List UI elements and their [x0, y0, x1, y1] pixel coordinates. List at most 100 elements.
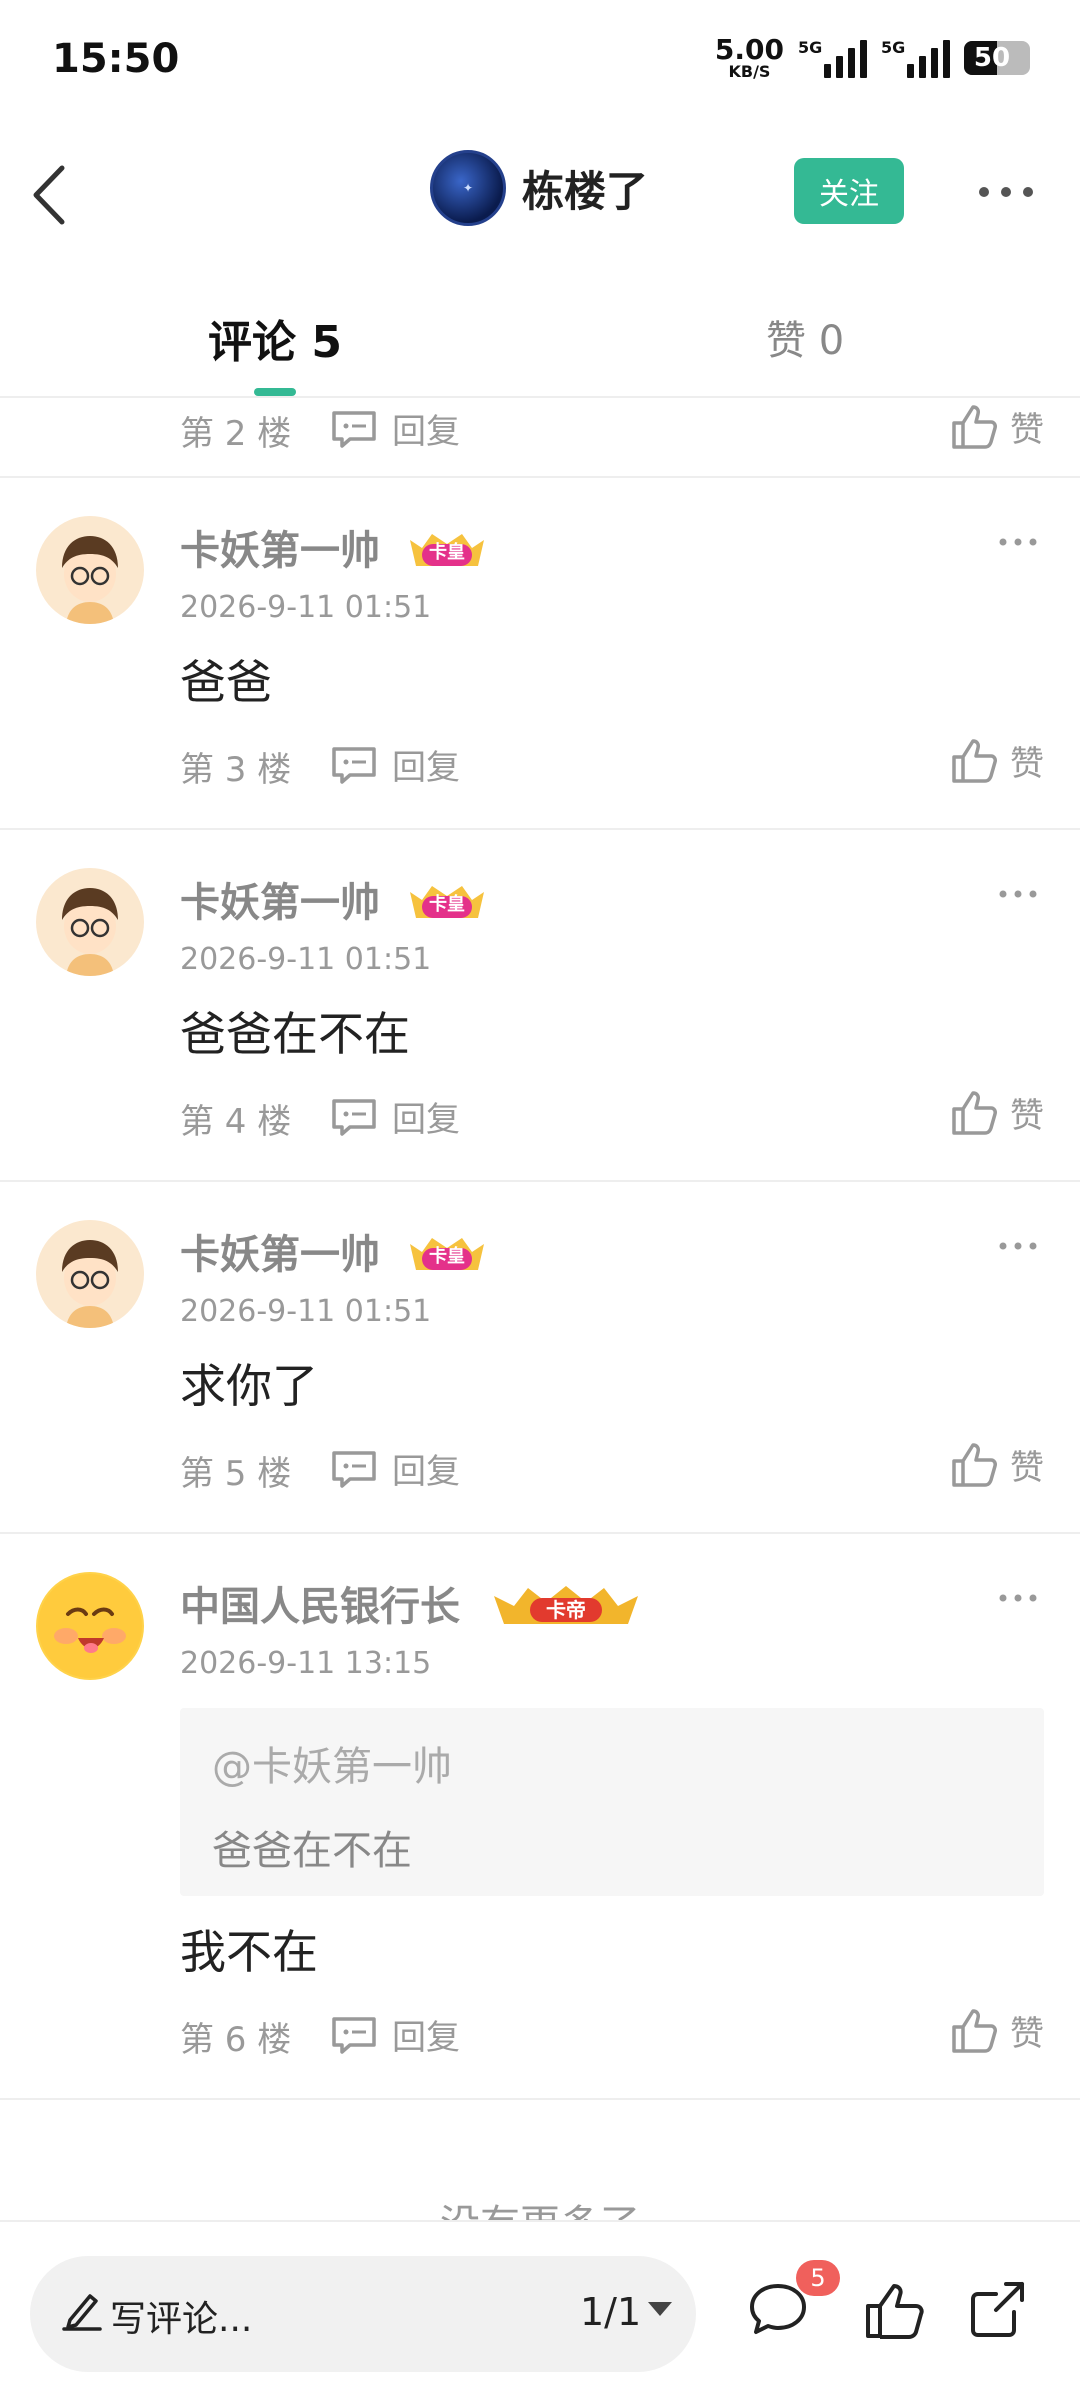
- reply-button[interactable]: 回复: [330, 2010, 460, 2059]
- battery-icon: 50: [964, 41, 1030, 75]
- badge-label: 卡皇: [429, 1246, 465, 1267]
- reply-button[interactable]: 回复: [330, 1092, 460, 1141]
- quoted-comment[interactable]: @卡妖第一帅 爸爸在不在: [180, 1708, 1044, 1896]
- comment-text: 爸爸在不在: [180, 1007, 410, 1061]
- like-button[interactable]: 赞: [950, 402, 1044, 451]
- end-of-list-text: 没有更多了: [0, 2192, 1080, 2220]
- net-speed-value: 5.00: [714, 33, 784, 66]
- like-button[interactable]: 赞: [950, 1440, 1044, 1489]
- comment-time: 2026-9-11 01:51: [180, 942, 432, 977]
- reply-label: 回复: [392, 2018, 460, 2058]
- author-avatar[interactable]: ✦: [430, 150, 506, 226]
- comment-time: 2026-9-11 01:51: [180, 1294, 432, 1329]
- avatar[interactable]: [36, 516, 144, 624]
- reply-label: 回复: [392, 1452, 460, 1492]
- back-icon[interactable]: [28, 160, 78, 230]
- like-button[interactable]: 赞: [950, 2006, 1044, 2055]
- avatar[interactable]: [36, 868, 144, 976]
- comment-placeholder[interactable]: 写评论...: [110, 2290, 252, 2342]
- thumbs-up-icon[interactable]: [862, 2278, 926, 2342]
- badge-label: 卡皇: [429, 894, 465, 915]
- more-icon[interactable]: [978, 182, 1034, 202]
- avatar[interactable]: [36, 1220, 144, 1328]
- like-label: 赞: [1010, 744, 1044, 784]
- reply-icon: [332, 1098, 376, 1136]
- status-bar: 15:50 5.00 KB/S 5G 5G 50: [0, 0, 1080, 120]
- level-badge: 卡皇: [404, 878, 490, 922]
- username[interactable]: 卡妖第一帅: [180, 1222, 380, 1280]
- badge-label: 卡皇: [429, 542, 465, 563]
- author-info[interactable]: ✦ 栋楼了: [430, 150, 648, 226]
- comment-item: 卡妖第一帅 卡皇 2026-9-11 01:51 爸爸 第 3 楼 回复 赞: [0, 478, 1080, 830]
- thumbs-up-icon: [952, 1090, 997, 1135]
- quoted-user[interactable]: @卡妖第一帅: [212, 1734, 1012, 1792]
- page-indicator[interactable]: 1/1: [580, 2290, 641, 2334]
- floor-label: 第 6 楼: [180, 2020, 292, 2060]
- top-nav: ✦ 栋楼了 关注: [0, 120, 1080, 270]
- tab-comments[interactable]: 评论 5: [208, 306, 342, 370]
- share-icon[interactable]: [966, 2278, 1030, 2342]
- reply-icon: [332, 410, 376, 448]
- more-options-icon[interactable]: [998, 1240, 1038, 1252]
- thumbs-up-icon: [952, 738, 997, 783]
- chevron-down-icon[interactable]: [648, 2302, 672, 2316]
- more-options-icon[interactable]: [998, 536, 1038, 548]
- reply-icon: [332, 2016, 376, 2054]
- tab-bar: 评论 5 赞 0: [0, 270, 1080, 398]
- reply-label: 回复: [392, 748, 460, 788]
- reply-label: 回复: [392, 1100, 460, 1140]
- like-label: 赞: [1010, 1096, 1044, 1136]
- comment-page: 15:50 5.00 KB/S 5G 5G 50 ✦ 栋楼了 关注 评论 5 赞…: [0, 0, 1080, 2400]
- reply-button[interactable]: 回复: [330, 1444, 460, 1493]
- username[interactable]: 中国人民银行长: [180, 1574, 460, 1632]
- floor-label: 第 2 楼: [180, 414, 292, 454]
- signal-label-2: 5G: [881, 38, 906, 57]
- comment-list[interactable]: 第 2 楼 回复 赞 卡妖第一帅 卡皇 2026-9-11 01:51 爸爸 第…: [0, 398, 1080, 2220]
- username[interactable]: 卡妖第一帅: [180, 518, 380, 576]
- signal-label-1: 5G: [798, 38, 823, 57]
- level-badge: 卡帝: [490, 1582, 642, 1626]
- thumbs-up-icon: [952, 2008, 997, 2053]
- more-options-icon[interactable]: [998, 1592, 1038, 1604]
- comment-item: 卡妖第一帅 卡皇 2026-9-11 01:51 爸爸在不在 第 4 楼 回复 …: [0, 830, 1080, 1182]
- tab-likes[interactable]: 赞 0: [766, 308, 844, 366]
- more-options-icon[interactable]: [998, 888, 1038, 900]
- like-button[interactable]: 赞: [950, 736, 1044, 785]
- level-badge: 卡皇: [404, 526, 490, 570]
- signal-icon-1: 5G: [798, 38, 867, 78]
- like-label: 赞: [1010, 410, 1044, 450]
- thumbs-up-icon: [952, 404, 997, 449]
- status-time: 15:50: [52, 36, 180, 82]
- bottom-bar: 写评论... 1/1 5: [0, 2220, 1080, 2400]
- comment-text: 我不在: [180, 1925, 318, 1979]
- like-label: 赞: [1010, 1448, 1044, 1488]
- comment-item: 卡妖第一帅 卡皇 2026-9-11 01:51 求你了 第 5 楼 回复 赞: [0, 1182, 1080, 1534]
- battery-level: 50: [973, 43, 1011, 73]
- like-button[interactable]: 赞: [950, 1088, 1044, 1137]
- status-icons: 5.00 KB/S 5G 5G 50: [715, 36, 1030, 80]
- reply-label: 回复: [392, 412, 460, 452]
- comment-item: 中国人民银行长 卡帝 2026-9-11 13:15 @卡妖第一帅 爸爸在不在 …: [0, 1534, 1080, 2100]
- comment-input[interactable]: 写评论... 1/1: [30, 2256, 696, 2372]
- comment-item: 第 2 楼 回复 赞: [0, 398, 1080, 478]
- reply-button[interactable]: 回复: [330, 404, 460, 453]
- signal-icon-2: 5G: [881, 38, 950, 78]
- floor-label: 第 3 楼: [180, 750, 292, 790]
- level-badge: 卡皇: [404, 1230, 490, 1274]
- comment-count-badge: 5: [796, 2260, 840, 2296]
- tab-indicator: [254, 388, 296, 396]
- avatar[interactable]: [36, 1572, 144, 1680]
- reply-icon: [332, 746, 376, 784]
- floor-label: 第 5 楼: [180, 1454, 292, 1494]
- like-label: 赞: [1010, 2014, 1044, 2054]
- net-speed-unit: KB/S: [728, 62, 771, 81]
- author-name[interactable]: 栋楼了: [522, 158, 648, 219]
- pen-icon: [62, 2294, 102, 2331]
- comment-text: 求你了: [180, 1359, 318, 1413]
- comment-time: 2026-9-11 13:15: [180, 1646, 432, 1681]
- net-speed: 5.00 KB/S: [715, 36, 784, 80]
- reply-button[interactable]: 回复: [330, 740, 460, 789]
- follow-button[interactable]: 关注: [794, 158, 904, 224]
- quoted-text: 爸爸在不在: [212, 1828, 412, 1874]
- username[interactable]: 卡妖第一帅: [180, 870, 380, 928]
